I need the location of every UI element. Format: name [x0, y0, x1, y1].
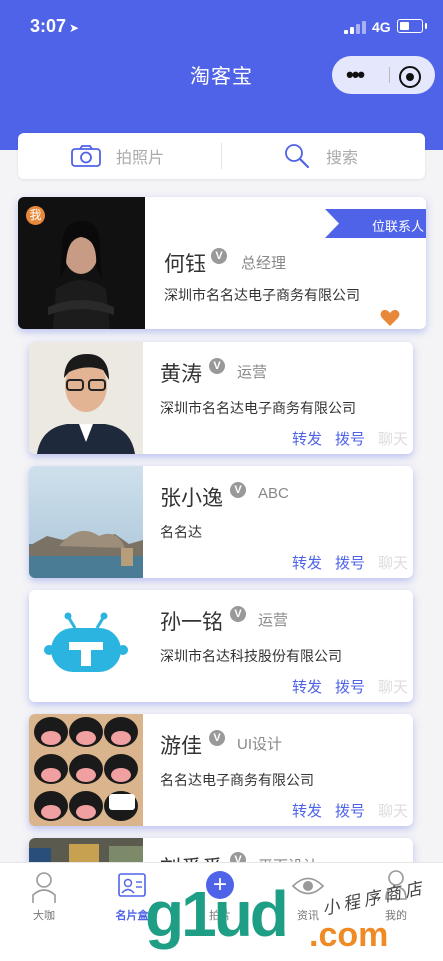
avatar: [29, 342, 143, 454]
watermark: g1ud .com 小程序商店: [145, 878, 443, 960]
watermark-domain: .com: [309, 916, 389, 954]
forward-button[interactable]: 转发: [292, 800, 322, 821]
favorite-heart-icon[interactable]: [380, 309, 400, 327]
chat-button[interactable]: 聊天: [378, 428, 408, 449]
contact-card[interactable]: 孙一铭 V 运营 深圳市名达科技股份有限公司 转发 拨号 聊天: [29, 590, 413, 702]
forward-button[interactable]: 转发: [292, 676, 322, 697]
forward-button[interactable]: 转发: [292, 428, 322, 449]
contact-company: 名名达电子商务有限公司: [160, 772, 314, 788]
contact-role: 总经理: [241, 255, 287, 272]
contact-name: 游佳: [160, 735, 202, 758]
verified-icon: V: [211, 248, 227, 264]
contact-card[interactable]: 游佳 V UI设计 名名达电子商务有限公司 转发 拨号 聊天: [29, 714, 413, 826]
contact-company: 深圳市名名达电子商务有限公司: [160, 400, 356, 416]
status-bar: 3:07 ➤ 4G: [0, 14, 443, 40]
avatar: [29, 466, 143, 578]
camera-icon: [71, 145, 101, 167]
chat-button[interactable]: 聊天: [378, 552, 408, 573]
call-button[interactable]: 拨号: [335, 428, 365, 449]
contact-role: 运营: [237, 364, 268, 381]
verified-icon: V: [230, 482, 246, 498]
contact-name: 何钰: [164, 253, 206, 276]
watermark-logo: g1ud: [145, 878, 289, 950]
verified-icon: V: [209, 358, 225, 374]
photo-button[interactable]: 拍照片: [70, 133, 164, 179]
contact-name: 孙一铭: [160, 611, 223, 634]
location-arrow-icon: ➤: [69, 21, 80, 35]
contact-role: 运营: [258, 612, 289, 629]
contact-company: 深圳市名名达电子商务有限公司: [164, 287, 360, 303]
photo-label: 拍照片: [116, 150, 165, 167]
call-button[interactable]: 拨号: [335, 800, 365, 821]
watermark-script: 小程序商店: [320, 878, 428, 919]
contact-role: ABC: [258, 485, 289, 502]
avatar: [29, 714, 143, 826]
verified-icon: V: [209, 730, 225, 746]
call-button[interactable]: 拨号: [335, 552, 365, 573]
contact-card-self[interactable]: 我 位联系人 何钰 V 总经理 深圳市名名达电子商务有限公司: [18, 197, 426, 329]
contact-name: 黄涛: [160, 363, 202, 386]
person-icon: [32, 872, 56, 903]
contact-role: UI设计: [237, 736, 283, 753]
signal-icon: [344, 20, 366, 34]
search-bar: 拍照片 搜索: [18, 133, 425, 179]
search-button[interactable]: 搜索: [284, 133, 358, 179]
search-label: 搜索: [326, 150, 359, 167]
avatar: [29, 590, 143, 702]
close-mini-program-icon[interactable]: [399, 66, 421, 88]
ribbon-label: 位联系人: [372, 219, 425, 234]
status-time: 3:07 ➤: [30, 16, 80, 36]
contact-company: 名名达: [160, 524, 202, 540]
chat-button[interactable]: 聊天: [378, 800, 408, 821]
chat-button[interactable]: 聊天: [378, 676, 408, 697]
battery-icon: [397, 19, 427, 33]
search-icon: [285, 144, 310, 169]
contact-name: 张小逸: [160, 487, 223, 510]
card-icon: [118, 873, 146, 897]
self-badge: 我: [26, 206, 45, 225]
call-button[interactable]: 拨号: [335, 676, 365, 697]
contact-company: 深圳市名达科技股份有限公司: [160, 648, 342, 664]
more-icon[interactable]: •••: [346, 56, 365, 94]
contact-card[interactable]: 黄涛 V 运营 深圳市名名达电子商务有限公司 转发 拨号 聊天: [29, 342, 413, 454]
contact-card[interactable]: 张小逸 V ABC 名名达 转发 拨号 聊天: [29, 466, 413, 578]
verified-icon: V: [230, 606, 246, 622]
network-label: 4G: [372, 19, 391, 35]
forward-button[interactable]: 转发: [292, 552, 322, 573]
tab-label: 大咖: [33, 910, 55, 922]
mini-program-capsule: •••: [332, 56, 435, 94]
